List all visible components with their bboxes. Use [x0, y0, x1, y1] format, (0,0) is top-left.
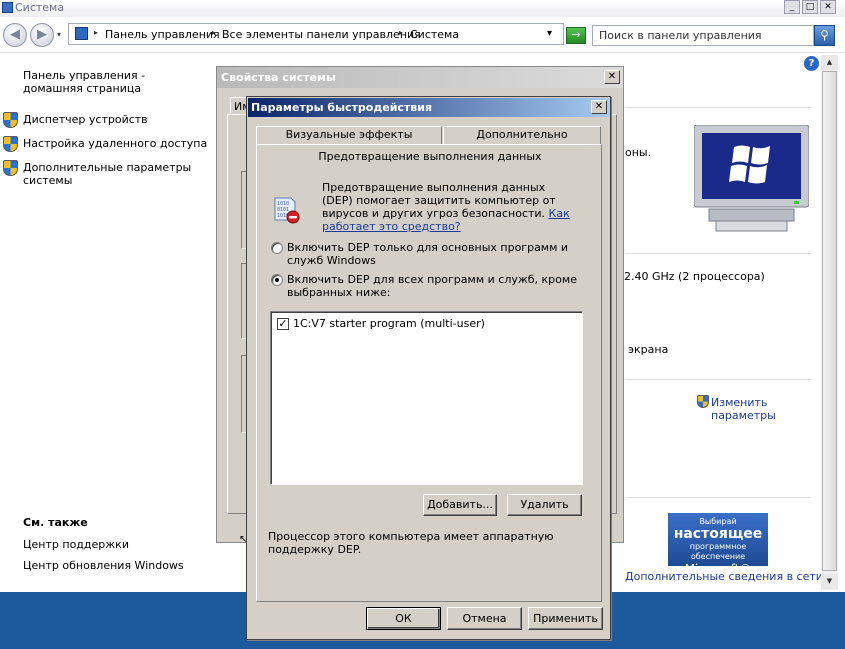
- crumb-arrow-icon[interactable]: ▸: [212, 28, 216, 37]
- search-input[interactable]: Поиск в панели управления: [592, 25, 814, 46]
- scrollbar[interactable]: ▲ ▼: [821, 55, 838, 590]
- close-icon[interactable]: ✕: [604, 70, 620, 84]
- windows-logo-icon: [694, 125, 809, 232]
- section-divider: [625, 253, 811, 254]
- apply-button[interactable]: Применить: [528, 607, 603, 630]
- breadcrumb-all-items[interactable]: Все элементы панели управления: [222, 28, 421, 41]
- genuine-microsoft-badge[interactable]: Выбирай настоящее программное обеспечени…: [668, 513, 768, 576]
- help-icon[interactable]: ?: [804, 56, 819, 71]
- control-panel-icon: [75, 27, 88, 40]
- shield-icon: [3, 136, 18, 152]
- see-also-action-center[interactable]: Центр поддержки: [23, 538, 129, 551]
- dialog-title: Параметры быстродействия: [251, 101, 433, 114]
- badge-line-2: настоящее: [673, 526, 763, 542]
- refresh-button[interactable]: →: [566, 27, 586, 44]
- dep-essential-label[interactable]: Включить DEP только для основных програм…: [287, 241, 587, 267]
- remove-button[interactable]: Удалить: [507, 494, 582, 516]
- dialog-title: Свойства системы: [221, 71, 336, 84]
- sidebar-item-device-manager[interactable]: Диспетчер устройств: [23, 113, 148, 126]
- shield-icon: [697, 395, 709, 408]
- address-dropdown-icon[interactable]: ▾: [547, 28, 552, 39]
- tab-advanced[interactable]: Дополнительно: [443, 126, 601, 145]
- sidebar-item-advanced-settings[interactable]: Дополнительные параметры системы: [23, 161, 193, 187]
- tab-dep-title: Предотвращение выполнения данных: [318, 150, 542, 163]
- dialog-title-bar: Свойства системы ✕: [217, 67, 623, 88]
- scroll-up-icon[interactable]: ▲: [821, 55, 838, 70]
- dep-essential-radio[interactable]: [271, 242, 283, 254]
- processor-text-fragment: 2.40 GHz (2 процессора): [624, 270, 765, 283]
- program-checkbox[interactable]: ✓: [277, 318, 289, 330]
- edition-text-fragment: оны.: [625, 146, 652, 159]
- forward-button[interactable]: ▶: [30, 23, 54, 47]
- dep-all-label[interactable]: Включить DEP для всех программ и служб, …: [287, 273, 587, 299]
- performance-options-dialog: Параметры быстродействия ✕ Визуальные эф…: [246, 96, 611, 640]
- maximize-button[interactable]: □: [802, 0, 818, 14]
- dep-description: Предотвращение выполнения данных (DEP) п…: [322, 181, 577, 233]
- sidebar-item-remote-settings[interactable]: Настройка удаленного доступа: [23, 137, 207, 150]
- window-icon: [2, 2, 13, 13]
- address-bar[interactable]: ▸ Панель управления ▸ Все элементы панел…: [68, 23, 564, 45]
- dep-all-radio[interactable]: [271, 274, 283, 286]
- add-button[interactable]: Добавить...: [423, 494, 497, 516]
- window-title: Система: [15, 1, 65, 14]
- scrollbar-thumb[interactable]: [822, 71, 837, 571]
- tab-visual-effects[interactable]: Визуальные эффекты: [256, 126, 442, 145]
- shield-icon: [3, 160, 18, 176]
- section-divider: [625, 107, 811, 108]
- crumb-arrow-icon[interactable]: ▸: [399, 28, 403, 37]
- display-text-fragment: экрана: [628, 343, 669, 356]
- section-divider: [625, 497, 811, 498]
- dep-description-text: Предотвращение выполнения данных (DEP) п…: [322, 181, 556, 220]
- ok-button[interactable]: ОК: [366, 607, 441, 630]
- see-also-heading: См. также: [23, 516, 88, 529]
- title-bar: Система _ □ ✕: [0, 0, 845, 17]
- program-list[interactable]: ✓ 1C:V7 starter program (multi-user): [270, 311, 583, 485]
- section-divider: [625, 379, 811, 380]
- minimize-button[interactable]: _: [784, 0, 800, 14]
- dep-shield-icon: 1010 0101 1010: [274, 197, 300, 224]
- more-info-link[interactable]: Дополнительные сведения в сети...: [625, 570, 833, 583]
- close-button[interactable]: ✕: [820, 0, 836, 14]
- badge-line-3: программное обеспечение: [689, 542, 747, 561]
- crumb-arrow-icon[interactable]: ▸: [94, 28, 98, 37]
- back-button[interactable]: ◀: [3, 23, 27, 47]
- hardware-support-note: Процессор этого компьютера имеет аппарат…: [268, 530, 554, 556]
- cancel-button[interactable]: Отмена: [447, 607, 522, 630]
- breadcrumb-system[interactable]: Система: [410, 28, 459, 41]
- program-name[interactable]: 1C:V7 starter program (multi-user): [293, 317, 485, 330]
- recent-pages-dropdown[interactable]: ▾: [57, 30, 61, 39]
- search-icon[interactable]: ⚲: [814, 25, 835, 46]
- dialog-title-bar: Параметры быстродействия ✕: [248, 98, 609, 117]
- see-also-windows-update[interactable]: Центр обновления Windows: [23, 559, 184, 572]
- change-settings-link[interactable]: Изменить параметры: [711, 396, 781, 422]
- scroll-down-icon[interactable]: ▼: [821, 574, 838, 589]
- shield-icon: [3, 112, 18, 128]
- sidebar-home-link[interactable]: Панель управления - домашняя страница: [23, 69, 203, 95]
- close-icon[interactable]: ✕: [591, 100, 607, 114]
- breadcrumb-control-panel[interactable]: Панель управления: [105, 28, 220, 41]
